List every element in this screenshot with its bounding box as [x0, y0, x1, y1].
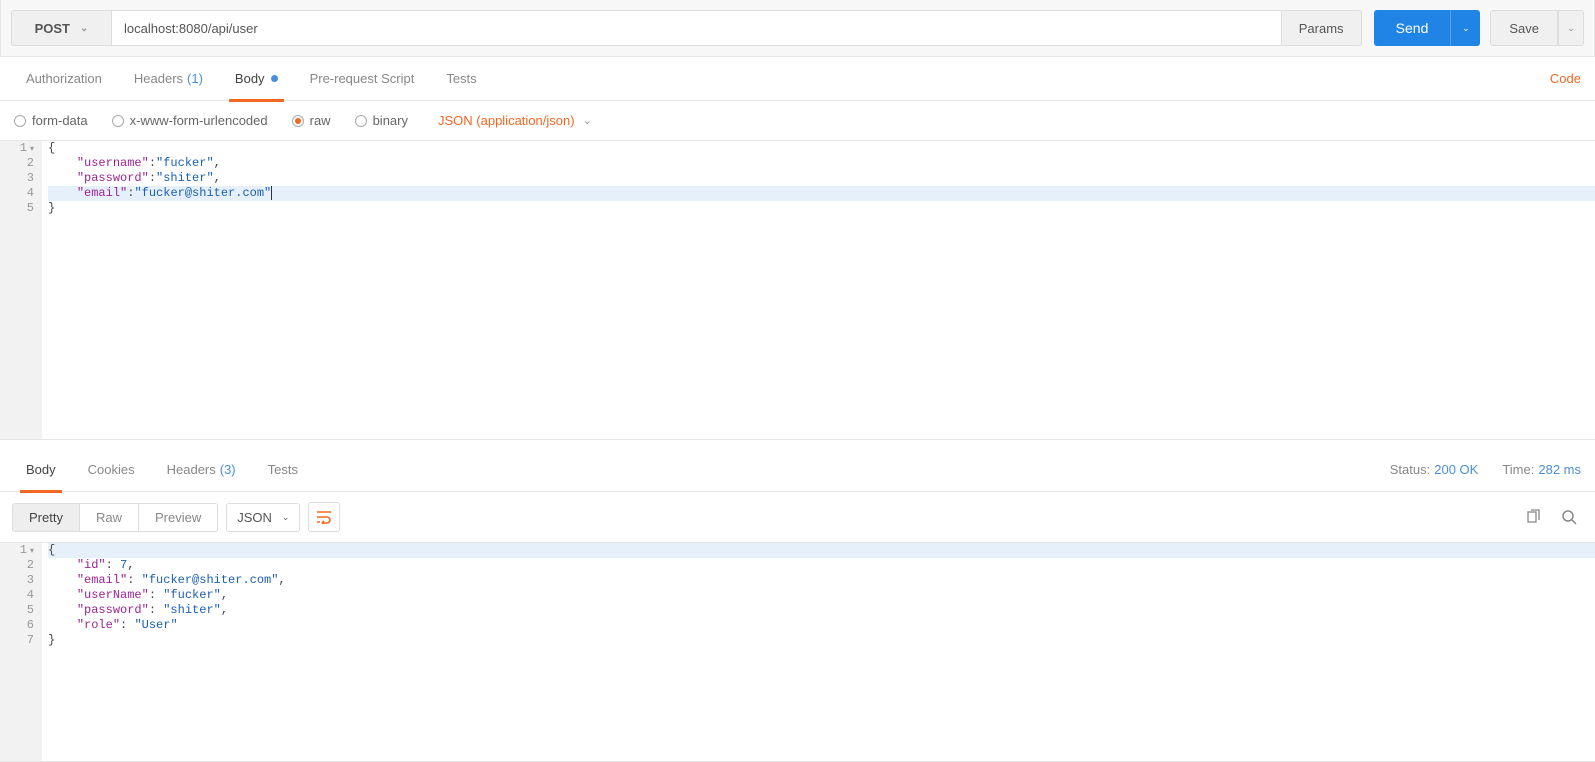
- resp-headers-count-badge: (3): [220, 462, 236, 477]
- radio-raw[interactable]: raw: [292, 113, 331, 128]
- radio-urlencoded[interactable]: x-www-form-urlencoded: [112, 113, 268, 128]
- radio-icon: [112, 115, 124, 127]
- radio-icon: [292, 115, 304, 127]
- request-body-editor[interactable]: 12345 { "username":"fucker", "password":…: [0, 140, 1595, 440]
- resp-tab-headers[interactable]: Headers (3): [151, 448, 252, 492]
- chevron-down-icon: ⌄: [583, 114, 592, 127]
- tab-body[interactable]: Body: [219, 57, 294, 101]
- radio-binary[interactable]: binary: [355, 113, 408, 128]
- save-dropdown-button[interactable]: ⌄: [1558, 10, 1584, 46]
- send-button[interactable]: Send: [1374, 10, 1451, 46]
- tab-headers[interactable]: Headers (1): [118, 57, 219, 101]
- resp-tab-cookies[interactable]: Cookies: [72, 448, 151, 492]
- response-language-dropdown[interactable]: JSON ⌄: [226, 503, 300, 532]
- code-content[interactable]: { "username":"fucker", "password":"shite…: [42, 141, 1595, 216]
- request-tabs: Authorization Headers (1) Body Pre-reque…: [0, 57, 1595, 101]
- view-mode-segment: Pretty Raw Preview: [12, 503, 218, 532]
- save-button[interactable]: Save: [1490, 10, 1558, 46]
- content-type-dropdown[interactable]: JSON (application/json) ⌄: [438, 113, 592, 128]
- tab-authorization[interactable]: Authorization: [10, 57, 118, 101]
- line-gutter: 1234567: [0, 543, 42, 761]
- radio-icon: [14, 115, 26, 127]
- unsaved-dot-icon: [271, 75, 278, 82]
- response-toolbar: Pretty Raw Preview JSON ⌄: [0, 492, 1595, 542]
- resp-tab-tests[interactable]: Tests: [252, 448, 314, 492]
- response-status-summary: Status:200 OK Time:282 ms: [1390, 462, 1581, 477]
- radio-icon: [355, 115, 367, 127]
- view-preview[interactable]: Preview: [139, 504, 217, 531]
- code-link[interactable]: Code: [1550, 71, 1581, 86]
- headers-count-badge: (1): [187, 71, 203, 86]
- params-button[interactable]: Params: [1282, 10, 1362, 46]
- search-icon: [1561, 509, 1577, 525]
- chevron-down-icon: ⌄: [80, 23, 88, 34]
- time-label: Time:282 ms: [1502, 462, 1581, 477]
- copy-button[interactable]: [1519, 503, 1547, 531]
- body-type-row: form-data x-www-form-urlencoded raw bina…: [0, 101, 1595, 140]
- http-method-label: POST: [35, 21, 70, 36]
- url-input[interactable]: [111, 10, 1282, 46]
- chevron-down-icon: ⌄: [1462, 23, 1470, 34]
- http-method-dropdown[interactable]: POST ⌄: [11, 10, 111, 46]
- send-dropdown-button[interactable]: ⌄: [1450, 10, 1480, 46]
- wrap-icon: [316, 510, 332, 524]
- line-gutter: 12345: [0, 141, 42, 439]
- resp-tab-body[interactable]: Body: [10, 448, 72, 492]
- chevron-down-icon: ⌄: [282, 512, 290, 523]
- status-label: Status:200 OK: [1390, 462, 1479, 477]
- search-button[interactable]: [1555, 503, 1583, 531]
- view-pretty[interactable]: Pretty: [13, 504, 80, 531]
- tab-prerequest[interactable]: Pre-request Script: [294, 57, 431, 101]
- wrap-lines-button[interactable]: [308, 502, 340, 532]
- view-raw[interactable]: Raw: [80, 504, 139, 531]
- code-content: { "id": 7, "email": "fucker@shiter.com",…: [42, 543, 1595, 648]
- copy-icon: [1525, 509, 1541, 525]
- response-body-editor[interactable]: 1234567 { "id": 7, "email": "fucker@shit…: [0, 542, 1595, 762]
- radio-form-data[interactable]: form-data: [14, 113, 88, 128]
- tab-tests[interactable]: Tests: [430, 57, 492, 101]
- chevron-down-icon: ⌄: [1567, 23, 1575, 34]
- request-bar: POST ⌄ Params Send ⌄ Save ⌄: [0, 0, 1595, 57]
- response-tabs: Body Cookies Headers (3) Tests Status:20…: [0, 448, 1595, 492]
